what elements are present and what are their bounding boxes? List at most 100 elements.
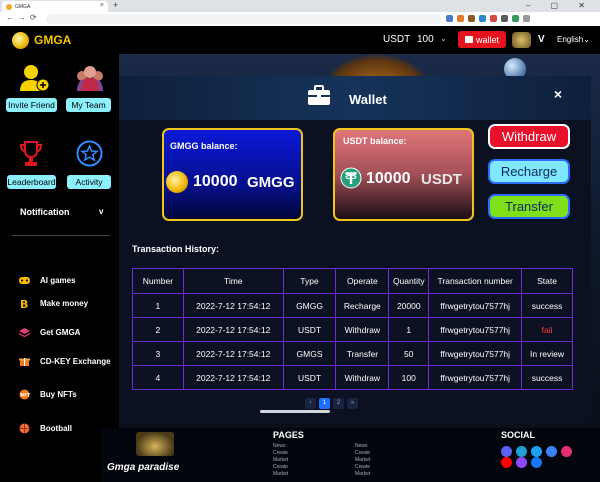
- menu-item-buy-nfts[interactable]: NFT Buy NFTs: [18, 389, 77, 400]
- url-input[interactable]: [46, 14, 442, 24]
- my-team-icon[interactable]: [73, 64, 107, 92]
- extension-icon[interactable]: [490, 15, 497, 22]
- currency-label: USDT: [383, 34, 411, 45]
- column-header: Quantity: [388, 268, 430, 294]
- cell-time: 2022-7-12 17:54:12: [182, 317, 284, 342]
- table-row[interactable]: 4 2022-7-12 17:54:12 USDT Withdraw 100 f…: [132, 365, 573, 390]
- notification-toggle[interactable]: Notification: [20, 207, 70, 217]
- cell-type: USDT: [282, 365, 337, 390]
- invite-friend-icon[interactable]: [18, 64, 50, 92]
- footer-link[interactable]: Create: [273, 464, 288, 471]
- youtube-icon[interactable]: [501, 457, 512, 468]
- footer-link[interactable]: Market: [355, 457, 370, 464]
- wallet-button[interactable]: wallet: [458, 31, 506, 48]
- cell-number: 2: [132, 317, 184, 342]
- footer-social-heading: SOCIAL: [501, 430, 536, 440]
- gmga-logo-icon[interactable]: [12, 32, 29, 49]
- extension-icons: [446, 15, 530, 22]
- cell-quantity: 100: [388, 365, 430, 390]
- table-row[interactable]: 3 2022-7-12 17:54:12 GMGS Transfer 50 ff…: [132, 341, 573, 366]
- sidebar-item-activity[interactable]: Activity: [67, 175, 111, 189]
- profile-icon[interactable]: [523, 15, 530, 22]
- facebook-icon[interactable]: [531, 457, 542, 468]
- footer-link[interactable]: Market: [273, 457, 288, 464]
- cell-operate: Transfer: [335, 341, 390, 366]
- basketball-icon: [19, 423, 30, 434]
- close-icon[interactable]: ×: [550, 86, 566, 102]
- cell-transaction-number: ffrwgetrytou7577hj: [428, 341, 523, 366]
- pagination-prev[interactable]: ‹: [305, 398, 316, 409]
- menu-item-ai-games[interactable]: AI games: [18, 275, 76, 286]
- footer-link[interactable]: Market: [355, 471, 370, 478]
- pagination-page[interactable]: 2: [333, 398, 344, 409]
- sidebar-item-invite-friend[interactable]: Invite Friend: [6, 98, 57, 112]
- extension-icon[interactable]: [446, 15, 453, 22]
- cell-operate: Withdraw: [335, 365, 390, 390]
- user-initial[interactable]: V: [538, 34, 545, 45]
- menu-item-cd-key-exchange[interactable]: CD-KEY Exchange: [18, 356, 111, 367]
- extension-icon[interactable]: [501, 15, 508, 22]
- footer-link[interactable]: Market: [273, 471, 288, 478]
- transfer-button[interactable]: Transfer: [488, 194, 570, 219]
- cell-transaction-number: ffrwgetrytou7577hj: [428, 365, 523, 390]
- pagination-page-current[interactable]: 1: [319, 398, 330, 409]
- activity-star-icon[interactable]: [76, 140, 103, 167]
- avatar[interactable]: [512, 32, 531, 48]
- cell-state: fail: [521, 317, 573, 342]
- gmgg-balance-amount: 10000: [193, 173, 238, 190]
- reload-icon[interactable]: ⟳: [30, 13, 37, 22]
- gmga-favicon-icon: [6, 3, 12, 10]
- footer-link[interactable]: Create: [355, 464, 370, 471]
- leaderboard-trophy-icon[interactable]: [19, 140, 43, 168]
- extension-icon[interactable]: [468, 15, 475, 22]
- gamepad-icon: [19, 277, 30, 284]
- tab-close-icon[interactable]: ×: [100, 2, 104, 9]
- social-icon[interactable]: [546, 446, 557, 457]
- briefcase-icon: [308, 85, 330, 105]
- extension-icon[interactable]: [457, 15, 464, 22]
- browser-address-bar: ← → ⟳: [0, 12, 600, 27]
- cell-time: 2022-7-12 17:54:12: [182, 293, 284, 318]
- twitch-icon[interactable]: [516, 457, 527, 468]
- back-icon[interactable]: ←: [6, 13, 14, 22]
- site-logo-text[interactable]: GMGA: [34, 33, 71, 47]
- language-select[interactable]: English⌄: [557, 35, 590, 44]
- window-controls[interactable]: – ▢ ✕: [526, 1, 594, 10]
- menu-item-get-gmga[interactable]: Get GMGA: [18, 327, 80, 338]
- cell-type: GMGS: [282, 341, 337, 366]
- footer-link[interactable]: Create: [273, 450, 288, 457]
- cell-type: GMGG: [282, 293, 337, 318]
- browser-tab-title: GMGA: [15, 3, 31, 10]
- footer-link[interactable]: Create: [355, 450, 370, 457]
- cell-quantity: 20000: [388, 293, 430, 318]
- nft-icon: NFT: [19, 389, 31, 400]
- discord-icon[interactable]: [501, 446, 512, 457]
- pagination-next[interactable]: »: [347, 398, 358, 409]
- footer-link[interactable]: News: [355, 443, 370, 450]
- extension-icon[interactable]: [512, 15, 519, 22]
- table-row[interactable]: 2 2022-7-12 17:54:12 USDT Withdraw 1 ffr…: [132, 317, 573, 342]
- new-tab-button[interactable]: +: [113, 0, 118, 10]
- withdraw-button[interactable]: Withdraw: [488, 124, 570, 149]
- table-row[interactable]: 1 2022-7-12 17:54:12 GMGG Recharge 20000…: [132, 293, 573, 318]
- twitter-icon[interactable]: [531, 446, 542, 457]
- browser-tab[interactable]: GMGA ×: [2, 1, 108, 12]
- forward-icon[interactable]: →: [18, 13, 26, 22]
- footer-link[interactable]: News: [273, 443, 288, 450]
- menu-item-make-money[interactable]: B Make money: [18, 298, 88, 309]
- sidebar-item-leaderboard[interactable]: Leaderboard: [7, 175, 56, 189]
- instagram-icon[interactable]: [561, 446, 572, 457]
- footer-logo[interactable]: [136, 432, 174, 456]
- cell-transaction-number: ffrwgetrytou7577hj: [428, 317, 523, 342]
- recharge-button[interactable]: Recharge: [488, 159, 570, 184]
- gmgg-balance-unit: GMGG: [247, 174, 295, 191]
- menu-item-bootball[interactable]: Bootball: [18, 423, 72, 434]
- sidebar-item-my-team[interactable]: My Team: [66, 98, 111, 112]
- extension-icon[interactable]: [479, 15, 486, 22]
- currency-chevron-icon[interactable]: ⌄: [440, 34, 447, 43]
- telegram-icon[interactable]: [516, 446, 527, 457]
- transaction-table: Number Time Type Operate Quantity Transa…: [132, 268, 573, 390]
- horizontal-scrollbar[interactable]: [260, 410, 330, 413]
- cell-state: success: [521, 365, 573, 390]
- chevron-down-icon[interactable]: v: [99, 207, 103, 216]
